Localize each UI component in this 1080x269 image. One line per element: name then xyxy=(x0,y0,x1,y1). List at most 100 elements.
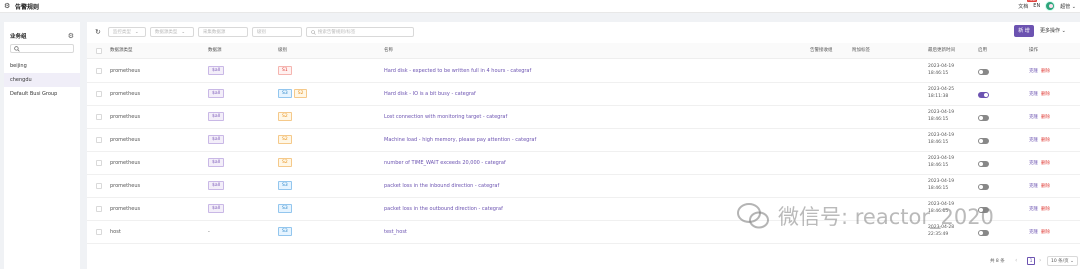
update-date: 2023-04-19 xyxy=(928,156,955,161)
select-all-checkbox[interactable] xyxy=(96,48,102,54)
update-clock: 18:46:15 xyxy=(928,117,949,122)
clone-button[interactable]: 克隆 xyxy=(1029,184,1038,189)
delete-button[interactable]: 删除 xyxy=(1041,92,1050,97)
row-checkbox[interactable] xyxy=(96,137,102,143)
update-clock: 18:11:38 xyxy=(928,94,949,99)
enable-toggle[interactable] xyxy=(978,161,989,167)
monitor-type-placeholder: 监控类型 xyxy=(112,30,131,35)
enable-toggle[interactable] xyxy=(978,92,989,98)
top-navbar: ⚙ 告警规则 文档 new EN 超管 ⌄ xyxy=(0,0,1080,13)
delete-button[interactable]: 删除 xyxy=(1041,184,1050,189)
datasource-cell: $all xyxy=(208,175,226,198)
table-header: 数据源类型 数据源 级别 名称 告警接收组 附加标签 最后更新时间 启用 操作 xyxy=(87,43,1080,59)
enable-toggle[interactable] xyxy=(978,138,989,144)
page-size-select[interactable]: 10 条/页 ⌄ xyxy=(1047,256,1078,266)
col-severity[interactable]: 级别 xyxy=(278,43,287,59)
rule-name-link[interactable]: test_host xyxy=(384,221,407,244)
row-checkbox[interactable] xyxy=(96,160,102,166)
col-append-tags[interactable]: 附加标签 xyxy=(852,43,870,59)
col-datasource-type[interactable]: 数据源类型 xyxy=(110,43,133,59)
clone-button[interactable]: 克隆 xyxy=(1029,138,1038,143)
gear-icon[interactable]: ⚙ xyxy=(68,32,74,40)
delete-button[interactable]: 删除 xyxy=(1041,115,1050,120)
docs-label: 文档 xyxy=(1018,3,1029,10)
datasource-type-cell: prometheus xyxy=(110,206,141,212)
datasource-cell: $all xyxy=(208,129,226,152)
col-operations[interactable]: 操作 xyxy=(1029,43,1038,59)
page-1-button[interactable]: 1 xyxy=(1027,257,1035,265)
col-name[interactable]: 名称 xyxy=(384,43,393,59)
total-count: 共 8 条 xyxy=(990,259,1005,264)
refresh-icon[interactable]: ↻ xyxy=(95,28,101,36)
update-time: 2023-04-25 18:11:38 xyxy=(928,86,954,100)
user-menu[interactable]: 超管 ⌄ xyxy=(1060,3,1076,10)
row-checkbox[interactable] xyxy=(96,183,102,189)
severity-placeholder: 级别 xyxy=(256,30,266,35)
enable-toggle[interactable] xyxy=(978,184,989,190)
monitor-type-select[interactable]: 监控类型 ⌄ xyxy=(107,27,146,37)
clone-button[interactable]: 克隆 xyxy=(1029,92,1038,97)
sidebar-item-default-busi-group[interactable]: Default Busi Group xyxy=(4,87,80,101)
severity-select[interactable]: 级别 xyxy=(251,27,302,37)
prev-page-icon[interactable]: ‹ xyxy=(1015,257,1017,264)
datasource-type-placeholder: 数据源类型 xyxy=(154,30,178,35)
avatar[interactable] xyxy=(1045,1,1056,11)
enable-toggle[interactable] xyxy=(978,69,989,75)
datasource-cell: $all xyxy=(208,83,226,106)
row-actions: 克隆 删除 xyxy=(1029,83,1050,106)
update-clock: 18:46:15 xyxy=(928,140,949,145)
rule-name-link[interactable]: number of TIME_WAIT exceeds 20,000 - cat… xyxy=(384,152,506,175)
col-update-time[interactable]: 最后更新时间 xyxy=(928,43,955,59)
sidebar-item-chengdu[interactable]: chengdu xyxy=(4,73,80,87)
update-time: 2023-04-19 18:46:15 xyxy=(928,155,954,169)
chevron-down-icon: ⌄ xyxy=(181,29,186,35)
rule-name-link[interactable]: packet loss in the outbound direction - … xyxy=(384,198,503,221)
next-page-icon[interactable]: › xyxy=(1039,257,1041,264)
datasource-tag: $all xyxy=(208,204,225,213)
enable-toggle[interactable] xyxy=(978,115,989,121)
rule-name-link[interactable]: Hard disk - IO is a bit busy - categraf xyxy=(384,83,476,106)
add-rule-button[interactable]: 新 增 xyxy=(1014,25,1034,37)
update-date: 2023-04-19 xyxy=(928,110,955,115)
col-datasource[interactable]: 数据源 xyxy=(208,43,222,59)
user-name: 超管 xyxy=(1060,3,1071,10)
row-checkbox[interactable] xyxy=(96,68,102,74)
update-time: 2023-04-19 18:46:15 xyxy=(928,132,954,146)
datasource-type-cell: host xyxy=(110,229,121,235)
docs-link[interactable]: 文档 new xyxy=(1018,0,1038,10)
clone-button[interactable]: 克隆 xyxy=(1029,115,1038,120)
datasource-type-select[interactable]: 数据源类型 ⌄ xyxy=(149,27,194,37)
delete-button[interactable]: 删除 xyxy=(1041,138,1050,143)
watermark-text: 微信号: reactor_2020 xyxy=(778,205,994,229)
group-search-input[interactable] xyxy=(10,44,74,53)
delete-button[interactable]: 删除 xyxy=(1041,69,1050,74)
datasource-type-cell: prometheus xyxy=(110,137,141,143)
rule-name-link[interactable]: Machine load - high memory, please pay a… xyxy=(384,129,536,152)
more-actions-button[interactable]: 更多操作 ⌄ xyxy=(1040,25,1076,37)
row-checkbox[interactable] xyxy=(96,229,102,235)
severity-cell: S1 xyxy=(278,60,294,83)
clone-button[interactable]: 克隆 xyxy=(1029,161,1038,166)
row-actions: 克隆 删除 xyxy=(1029,152,1050,175)
rule-name-link[interactable]: packet loss in the inbound direction - c… xyxy=(384,175,499,198)
sidebar-item-beijing[interactable]: beijing xyxy=(4,59,80,73)
datasource-type-cell: prometheus xyxy=(110,114,141,120)
rule-name-link[interactable]: Lost connection with monitoring target -… xyxy=(384,106,507,129)
rule-search-input[interactable]: 搜索告警规则/标签 xyxy=(305,27,414,37)
clone-button[interactable]: 克隆 xyxy=(1029,69,1038,74)
update-date: 2023-04-19 xyxy=(928,133,955,138)
severity-badge: S2 xyxy=(278,135,292,144)
language-switch[interactable]: EN xyxy=(1033,3,1040,9)
col-enabled[interactable]: 启用 xyxy=(978,43,987,59)
pagination: 共 8 条 ‹ 1 › 10 条/页 ⌄ xyxy=(87,255,1080,269)
row-checkbox[interactable] xyxy=(96,114,102,120)
rule-name-link[interactable]: Hard disk - expected to be written full … xyxy=(384,60,531,83)
datasource-empty: - xyxy=(208,229,210,235)
delete-button[interactable]: 删除 xyxy=(1041,161,1050,166)
datasource-tag: $all xyxy=(208,66,225,75)
datasource-select[interactable]: 采集数据源 xyxy=(197,27,248,37)
page-title: 告警规则 xyxy=(15,3,40,11)
col-notify-groups[interactable]: 告警接收组 xyxy=(810,43,833,59)
row-checkbox[interactable] xyxy=(96,91,102,97)
row-checkbox[interactable] xyxy=(96,206,102,212)
